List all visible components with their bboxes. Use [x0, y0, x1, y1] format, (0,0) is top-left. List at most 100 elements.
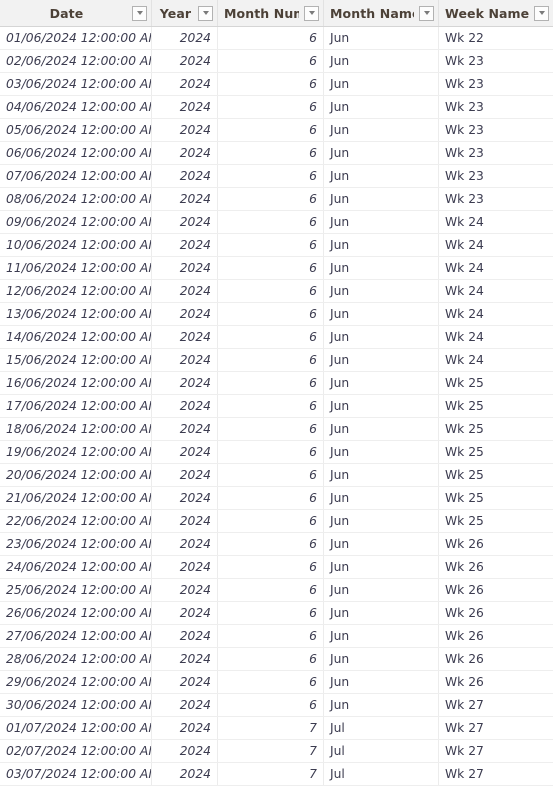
- table-row[interactable]: 28/06/2024 12:00:00 AM 2024 6 Jun Wk 26: [0, 648, 553, 671]
- cell-year[interactable]: 2024: [152, 372, 218, 394]
- cell-month-num[interactable]: 6: [218, 280, 324, 302]
- cell-week-name[interactable]: Wk 23: [439, 96, 553, 118]
- table-row[interactable]: 05/06/2024 12:00:00 AM 2024 6 Jun Wk 23: [0, 119, 553, 142]
- cell-month-name[interactable]: Jun: [324, 464, 439, 486]
- cell-date[interactable]: 05/06/2024 12:00:00 AM: [0, 119, 152, 141]
- cell-month-num[interactable]: 6: [218, 73, 324, 95]
- table-row[interactable]: 02/07/2024 12:00:00 AM 2024 7 Jul Wk 27: [0, 740, 553, 763]
- filter-dropdown-month-name[interactable]: [419, 5, 434, 21]
- cell-date[interactable]: 09/06/2024 12:00:00 AM: [0, 211, 152, 233]
- cell-date[interactable]: 28/06/2024 12:00:00 AM: [0, 648, 152, 670]
- table-row[interactable]: 12/06/2024 12:00:00 AM 2024 6 Jun Wk 24: [0, 280, 553, 303]
- cell-date[interactable]: 01/06/2024 12:00:00 AM: [0, 27, 152, 49]
- cell-month-name[interactable]: Jun: [324, 625, 439, 647]
- cell-year[interactable]: 2024: [152, 50, 218, 72]
- cell-date[interactable]: 03/07/2024 12:00:00 AM: [0, 763, 152, 785]
- cell-month-num[interactable]: 6: [218, 579, 324, 601]
- cell-date[interactable]: 12/06/2024 12:00:00 AM: [0, 280, 152, 302]
- cell-date[interactable]: 18/06/2024 12:00:00 AM: [0, 418, 152, 440]
- table-row[interactable]: 11/06/2024 12:00:00 AM 2024 6 Jun Wk 24: [0, 257, 553, 280]
- cell-year[interactable]: 2024: [152, 188, 218, 210]
- table-row[interactable]: 15/06/2024 12:00:00 AM 2024 6 Jun Wk 24: [0, 349, 553, 372]
- cell-month-name[interactable]: Jun: [324, 487, 439, 509]
- cell-date[interactable]: 06/06/2024 12:00:00 AM: [0, 142, 152, 164]
- table-row[interactable]: 03/07/2024 12:00:00 AM 2024 7 Jul Wk 27: [0, 763, 553, 786]
- cell-year[interactable]: 2024: [152, 280, 218, 302]
- cell-month-name[interactable]: Jun: [324, 579, 439, 601]
- cell-date[interactable]: 08/06/2024 12:00:00 AM: [0, 188, 152, 210]
- table-row[interactable]: 23/06/2024 12:00:00 AM 2024 6 Jun Wk 26: [0, 533, 553, 556]
- cell-month-name[interactable]: Jun: [324, 694, 439, 716]
- cell-month-num[interactable]: 6: [218, 487, 324, 509]
- table-row[interactable]: 01/06/2024 12:00:00 AM 2024 6 Jun Wk 22: [0, 27, 553, 50]
- cell-week-name[interactable]: Wk 27: [439, 740, 553, 762]
- cell-year[interactable]: 2024: [152, 326, 218, 348]
- cell-month-name[interactable]: Jun: [324, 349, 439, 371]
- cell-year[interactable]: 2024: [152, 487, 218, 509]
- cell-month-name[interactable]: Jun: [324, 119, 439, 141]
- cell-week-name[interactable]: Wk 24: [439, 211, 553, 233]
- cell-month-name[interactable]: Jun: [324, 96, 439, 118]
- cell-date[interactable]: 17/06/2024 12:00:00 AM: [0, 395, 152, 417]
- cell-year[interactable]: 2024: [152, 763, 218, 785]
- cell-date[interactable]: 14/06/2024 12:00:00 AM: [0, 326, 152, 348]
- cell-week-name[interactable]: Wk 26: [439, 625, 553, 647]
- filter-dropdown-week-name[interactable]: [534, 5, 549, 21]
- cell-week-name[interactable]: Wk 23: [439, 50, 553, 72]
- table-row[interactable]: 14/06/2024 12:00:00 AM 2024 6 Jun Wk 24: [0, 326, 553, 349]
- cell-month-name[interactable]: Jun: [324, 441, 439, 463]
- cell-month-num[interactable]: 6: [218, 326, 324, 348]
- cell-month-name[interactable]: Jun: [324, 50, 439, 72]
- cell-week-name[interactable]: Wk 24: [439, 326, 553, 348]
- cell-year[interactable]: 2024: [152, 418, 218, 440]
- cell-month-num[interactable]: 6: [218, 96, 324, 118]
- cell-year[interactable]: 2024: [152, 119, 218, 141]
- cell-year[interactable]: 2024: [152, 395, 218, 417]
- cell-week-name[interactable]: Wk 26: [439, 556, 553, 578]
- cell-month-name[interactable]: Jun: [324, 510, 439, 532]
- table-row[interactable]: 09/06/2024 12:00:00 AM 2024 6 Jun Wk 24: [0, 211, 553, 234]
- table-row[interactable]: 19/06/2024 12:00:00 AM 2024 6 Jun Wk 25: [0, 441, 553, 464]
- cell-week-name[interactable]: Wk 23: [439, 142, 553, 164]
- cell-month-num[interactable]: 6: [218, 648, 324, 670]
- cell-week-name[interactable]: Wk 23: [439, 119, 553, 141]
- cell-month-num[interactable]: 6: [218, 694, 324, 716]
- cell-month-name[interactable]: Jun: [324, 27, 439, 49]
- cell-year[interactable]: 2024: [152, 96, 218, 118]
- cell-date[interactable]: 29/06/2024 12:00:00 AM: [0, 671, 152, 693]
- cell-year[interactable]: 2024: [152, 349, 218, 371]
- cell-year[interactable]: 2024: [152, 717, 218, 739]
- table-row[interactable]: 18/06/2024 12:00:00 AM 2024 6 Jun Wk 25: [0, 418, 553, 441]
- cell-date[interactable]: 21/06/2024 12:00:00 AM: [0, 487, 152, 509]
- cell-year[interactable]: 2024: [152, 556, 218, 578]
- cell-month-num[interactable]: 6: [218, 372, 324, 394]
- cell-month-num[interactable]: 6: [218, 50, 324, 72]
- cell-month-num[interactable]: 6: [218, 625, 324, 647]
- cell-month-num[interactable]: 6: [218, 418, 324, 440]
- cell-week-name[interactable]: Wk 25: [439, 418, 553, 440]
- table-row[interactable]: 03/06/2024 12:00:00 AM 2024 6 Jun Wk 23: [0, 73, 553, 96]
- cell-date[interactable]: 27/06/2024 12:00:00 AM: [0, 625, 152, 647]
- cell-month-name[interactable]: Jun: [324, 556, 439, 578]
- cell-week-name[interactable]: Wk 25: [439, 441, 553, 463]
- cell-year[interactable]: 2024: [152, 234, 218, 256]
- cell-month-name[interactable]: Jun: [324, 142, 439, 164]
- cell-date[interactable]: 03/06/2024 12:00:00 AM: [0, 73, 152, 95]
- cell-month-num[interactable]: 7: [218, 763, 324, 785]
- table-row[interactable]: 24/06/2024 12:00:00 AM 2024 6 Jun Wk 26: [0, 556, 553, 579]
- cell-week-name[interactable]: Wk 23: [439, 73, 553, 95]
- cell-month-name[interactable]: Jun: [324, 280, 439, 302]
- cell-year[interactable]: 2024: [152, 533, 218, 555]
- cell-date[interactable]: 25/06/2024 12:00:00 AM: [0, 579, 152, 601]
- cell-date[interactable]: 15/06/2024 12:00:00 AM: [0, 349, 152, 371]
- cell-week-name[interactable]: Wk 24: [439, 257, 553, 279]
- cell-week-name[interactable]: Wk 26: [439, 602, 553, 624]
- cell-month-num[interactable]: 6: [218, 533, 324, 555]
- filter-dropdown-year[interactable]: [198, 5, 213, 21]
- cell-month-num[interactable]: 6: [218, 441, 324, 463]
- cell-month-name[interactable]: Jun: [324, 73, 439, 95]
- cell-date[interactable]: 30/06/2024 12:00:00 AM: [0, 694, 152, 716]
- cell-month-name[interactable]: Jun: [324, 303, 439, 325]
- cell-year[interactable]: 2024: [152, 579, 218, 601]
- cell-year[interactable]: 2024: [152, 648, 218, 670]
